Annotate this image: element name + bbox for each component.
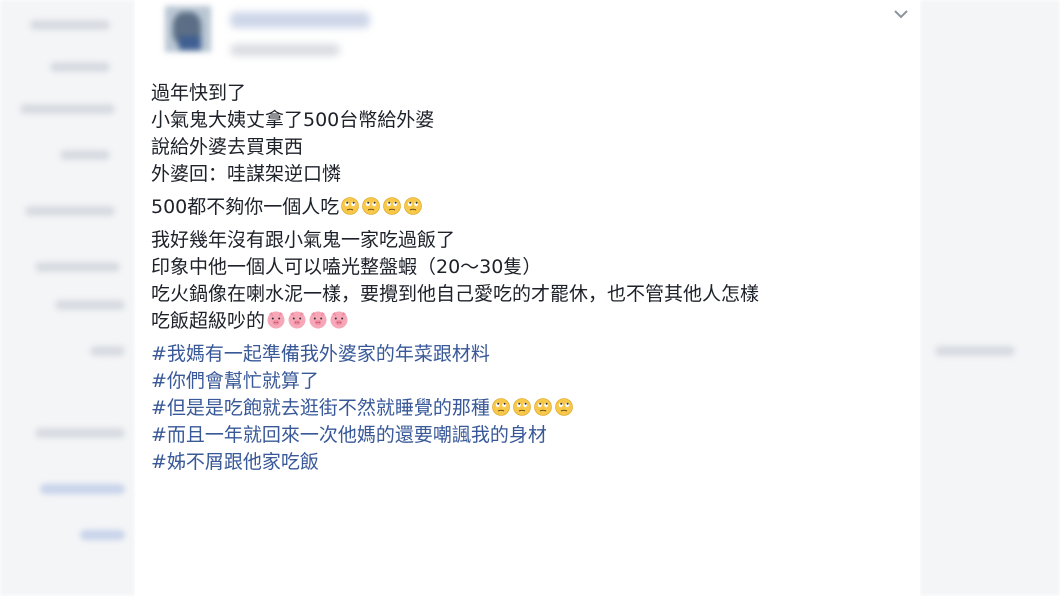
screenshot-stage: 過年快到了小氣鬼大姨丈拿了500台幣給外婆 說給外婆去買東西外婆回：哇謀架逆口憐 5… (0, 0, 1060, 596)
line-text: 我好幾年沒有跟小氣鬼一家吃過飯了 (151, 229, 456, 251)
face-with-rolling-eyes-icon (341, 197, 360, 215)
blurred-left-panel (0, 0, 135, 596)
blurred-line (55, 300, 125, 310)
hashtag-line[interactable]: #我媽有一起準備我外婆家的年菜跟材料 (151, 341, 911, 368)
avatar[interactable] (165, 6, 211, 52)
hashtag-link[interactable]: #而且一年就回來一次他媽的還要嘲諷我的身材 (151, 424, 547, 446)
hashtag-line[interactable]: #你們會幫忙就算了 (151, 368, 911, 395)
hashtag-link[interactable]: #你們會幫忙就算了 (151, 370, 319, 392)
blurred-line (25, 206, 115, 216)
line-text: 說給外婆去買東西 (151, 136, 304, 158)
face-with-rolling-eyes-icon (534, 398, 552, 416)
line-text: 吃飯超級吵的 (151, 310, 266, 332)
post-card: 過年快到了小氣鬼大姨丈拿了500台幣給外婆 說給外婆去買東西外婆回：哇謀架逆口憐 5… (135, 0, 920, 596)
post-paragraph: 過年快到了小氣鬼大姨丈拿了500台幣給外婆 說給外婆去買東西外婆回：哇謀架逆口憐 (151, 80, 911, 188)
post-text-line: 過年快到了 (151, 80, 911, 107)
blurred-line (20, 104, 115, 114)
hashtag-line[interactable]: #姊不屑跟他家吃飯 (151, 449, 911, 476)
hashtag-line[interactable]: #而且一年就回來一次他媽的還要嘲諷我的身材 (151, 422, 911, 449)
line-text: 外婆回：哇謀架逆口憐 (151, 163, 342, 185)
blurred-right-panel (920, 0, 1060, 596)
post-text-line: 我好幾年沒有跟小氣鬼一家吃過飯了 (151, 227, 911, 254)
hashtag-link[interactable]: #但是是吃飽就去逛街不然就睡覺的那種 (151, 397, 490, 419)
post-paragraph: #我媽有一起準備我外婆家的年菜跟材料 #你們會幫忙就算了 #但是是吃飽就去逛街不然就… (151, 341, 911, 476)
line-text: 小氣鬼大姨丈拿了500台幣給外婆 (151, 109, 435, 131)
post-text-line: 小氣鬼大姨丈拿了500台幣給外婆 (151, 107, 911, 134)
blurred-line (35, 262, 120, 272)
face-with-rolling-eyes-icon (492, 398, 510, 416)
face-with-rolling-eyes-icon (555, 398, 573, 416)
line-text: 過年快到了 (151, 82, 247, 104)
post-text-line: 吃飯超級吵的 (151, 308, 911, 335)
post-body: 過年快到了小氣鬼大姨丈拿了500台幣給外婆 說給外婆去買東西外婆回：哇謀架逆口憐 5… (151, 80, 911, 482)
line-text: 500都不夠你一個人吃 (151, 196, 340, 218)
hashtag-line[interactable]: #但是是吃飽就去逛街不然就睡覺的那種 (151, 395, 911, 422)
pig-face-icon (267, 311, 285, 329)
hashtag-link[interactable]: #我媽有一起準備我外婆家的年菜跟材料 (151, 343, 490, 365)
face-with-rolling-eyes-icon (404, 197, 423, 215)
post-text-line: 印象中他一個人可以嗑光整盤蝦（20～30隻） (151, 254, 911, 281)
blurred-line (50, 62, 110, 72)
post-paragraph: 500都不夠你一個人吃 (151, 194, 911, 221)
author-name-blurred[interactable] (230, 12, 370, 28)
blurred-line (60, 150, 110, 160)
blurred-line (35, 428, 125, 438)
blurred-line (90, 346, 125, 356)
line-text: 吃火鍋像在喇水泥一樣，要攪到他自己愛吃的才罷休，也不管其他人怎樣 (151, 283, 760, 305)
pig-face-icon (330, 311, 348, 329)
face-with-rolling-eyes-icon (513, 398, 531, 416)
face-with-rolling-eyes-icon (362, 197, 381, 215)
pig-face-icon (309, 311, 327, 329)
line-text: 印象中他一個人可以嗑光整盤蝦（20～30隻） (151, 256, 542, 278)
face-with-rolling-eyes-icon (383, 197, 402, 215)
post-text-line: 外婆回：哇謀架逆口憐 (151, 161, 911, 188)
chevron-down-icon[interactable] (892, 6, 910, 24)
post-text-line: 500都不夠你一個人吃 (151, 194, 911, 221)
blurred-line (30, 20, 110, 30)
post-paragraph: 我好幾年沒有跟小氣鬼一家吃過飯了印象中他一個人可以嗑光整盤蝦（20～30隻） 吃火… (151, 227, 911, 335)
blurred-line (80, 530, 125, 540)
pig-face-icon (288, 311, 306, 329)
hashtag-link[interactable]: #姊不屑跟他家吃飯 (151, 451, 319, 473)
post-text-line: 說給外婆去買東西 (151, 134, 911, 161)
post-text-line: 吃火鍋像在喇水泥一樣，要攪到他自己愛吃的才罷休，也不管其他人怎樣 (151, 281, 911, 308)
post-meta-blurred (230, 44, 340, 56)
blurred-line (40, 484, 125, 494)
chevron-down-icon-svg (894, 10, 908, 19)
blurred-line (935, 346, 1015, 356)
